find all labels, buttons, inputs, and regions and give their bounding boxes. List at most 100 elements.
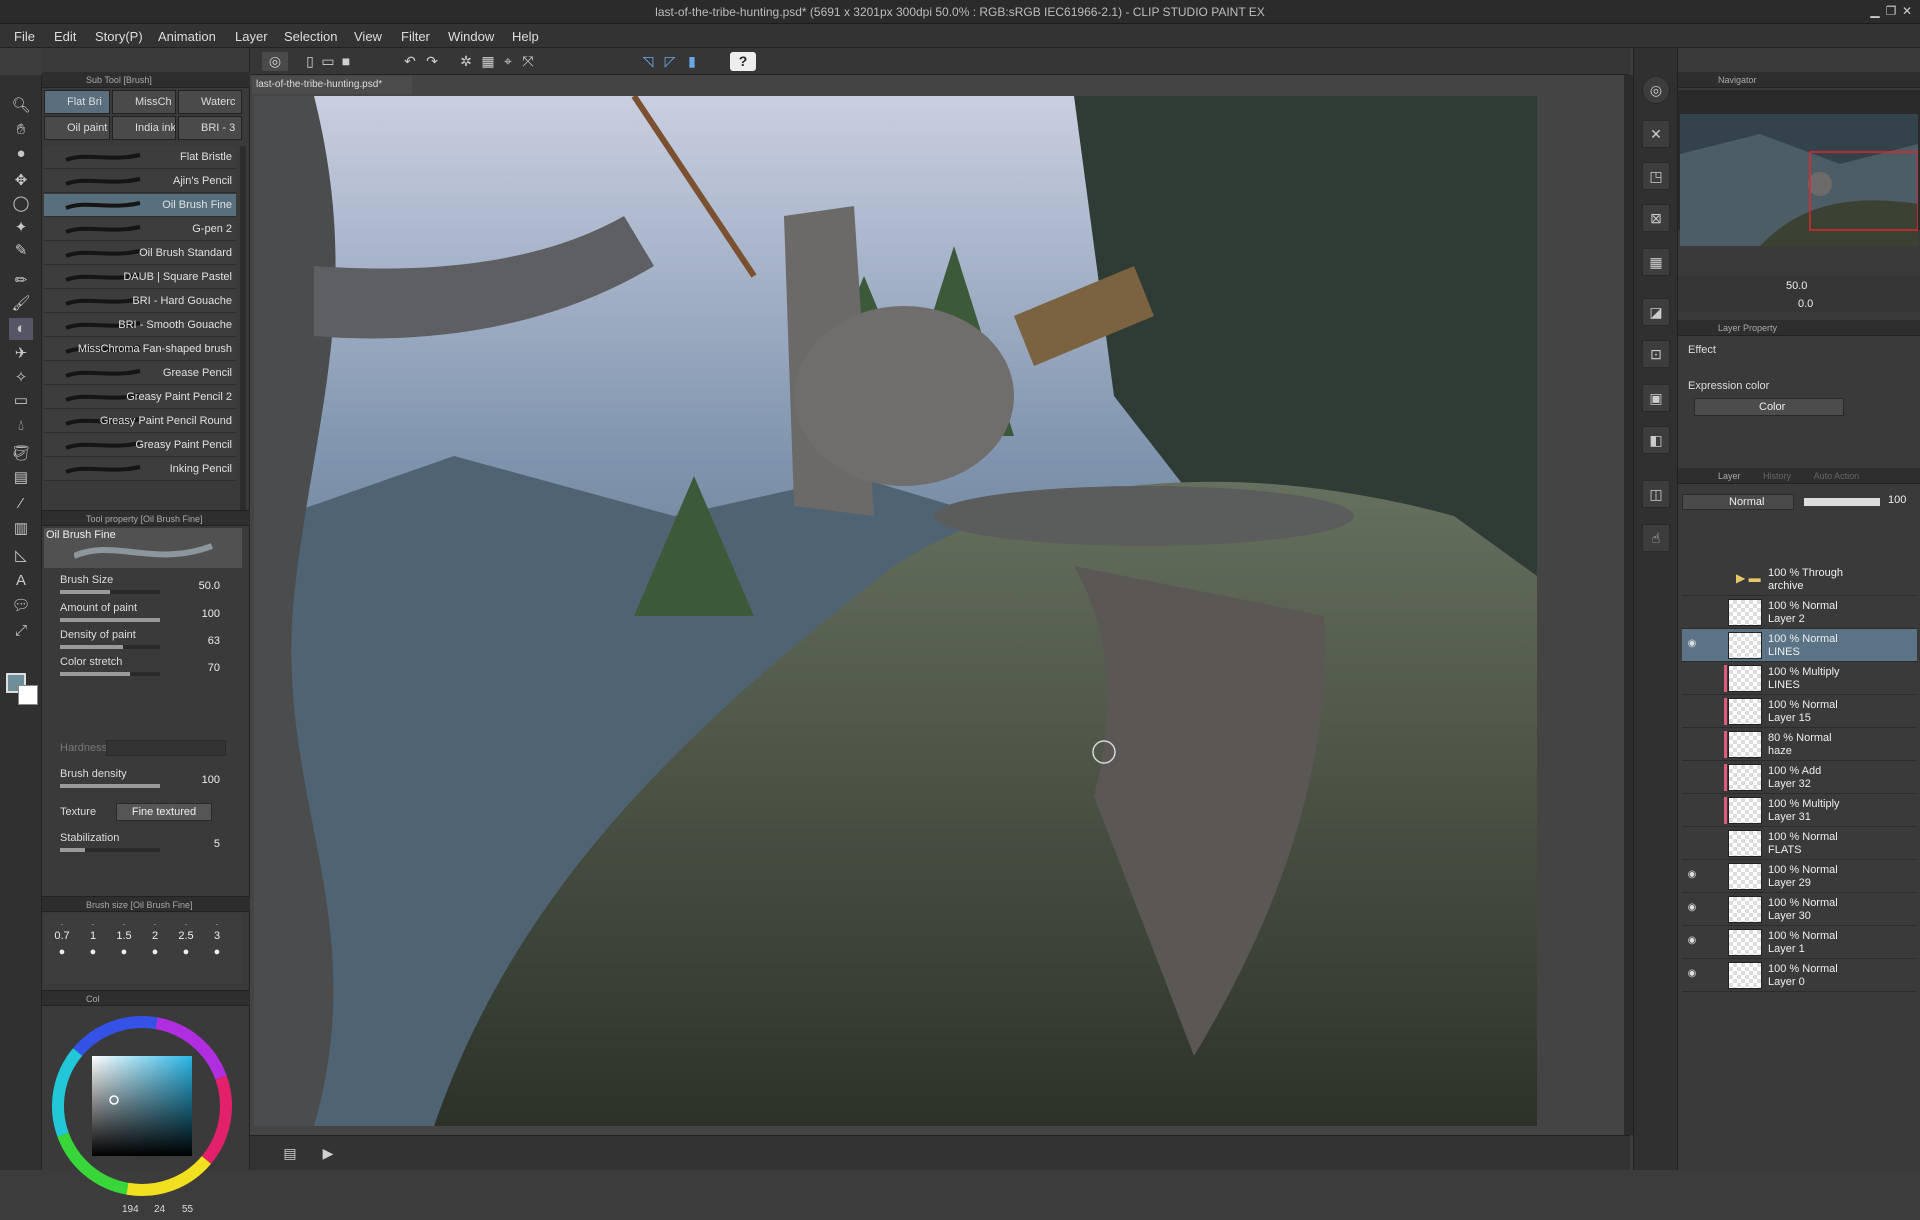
menu-layer[interactable]: Layer xyxy=(235,29,268,44)
decoration-tool-icon[interactable]: ✧ xyxy=(9,367,33,389)
subtool-tab-oil-paint[interactable]: Oil paint xyxy=(44,116,110,140)
material-4-icon[interactable]: ▦ xyxy=(1642,248,1670,276)
brush-size-option[interactable]: · 1 ● xyxy=(79,920,107,960)
brush-size-slider[interactable] xyxy=(60,590,160,594)
material-8-icon[interactable]: ◧ xyxy=(1642,426,1670,454)
material-3-icon[interactable]: ⊠ xyxy=(1642,204,1670,232)
layer-row[interactable]: 100 % Add Layer 32 xyxy=(1682,761,1917,794)
layer-row[interactable]: ◉ 100 % Normal Layer 29 xyxy=(1682,860,1917,893)
visibility-eye-icon[interactable] xyxy=(1684,836,1700,850)
new-file-icon[interactable]: ▯ xyxy=(300,52,320,71)
visibility-eye-icon[interactable] xyxy=(1684,605,1700,619)
menu-animation[interactable]: Animation xyxy=(158,29,216,44)
layer-opacity-value[interactable]: 100 xyxy=(1888,494,1906,506)
visibility-eye-icon[interactable] xyxy=(1684,671,1700,685)
brush-size-option[interactable]: · 1.5 ● xyxy=(110,920,138,960)
brush-item[interactable]: G-pen 2 xyxy=(44,218,236,241)
menu-filter[interactable]: Filter xyxy=(401,29,430,44)
fill-tool-icon[interactable]: 🪣︎ xyxy=(9,443,33,465)
maximize-button[interactable]: ❐ xyxy=(1884,4,1898,18)
menu-selection[interactable]: Selection xyxy=(284,29,337,44)
density-of-paint-property[interactable]: Density of paint 63 xyxy=(42,627,242,655)
layer-row[interactable]: ◉ 100 % Normal Layer 0 xyxy=(1682,959,1917,992)
ruler-tool-icon[interactable]: ◺ xyxy=(9,545,33,567)
brush-item[interactable]: BRI - Smooth Gouache xyxy=(44,314,236,337)
save-icon[interactable]: ■ xyxy=(336,52,356,71)
tab-auto-action[interactable]: Auto Action xyxy=(1814,471,1860,481)
move-tool-icon[interactable]: ✥ xyxy=(9,170,33,192)
hand-tool-icon[interactable]: ✋︎ xyxy=(9,119,33,141)
layer-row[interactable]: 100 % Multiply LINES xyxy=(1682,662,1917,695)
redo-icon[interactable]: ↷ xyxy=(422,52,442,71)
search-icon[interactable]: ◎ xyxy=(1642,76,1670,104)
menu-view[interactable]: View xyxy=(354,29,382,44)
correct-line-tool-icon[interactable]: ⤢ xyxy=(9,620,33,642)
gradient-tool-icon[interactable]: ▤ xyxy=(9,467,33,489)
hardness-property[interactable]: Hardness xyxy=(42,738,242,766)
layer-row[interactable]: ◉ 100 % Normal Layer 1 xyxy=(1682,926,1917,959)
brush-item[interactable]: BRI - Hard Gouache xyxy=(44,290,236,313)
brush-item[interactable]: Greasy Paint Pencil xyxy=(44,434,236,457)
color-panel-tab[interactable]: Col xyxy=(86,991,100,1007)
visibility-eye-icon[interactable]: ◉ xyxy=(1684,902,1700,916)
brush-item[interactable]: Oil Brush Fine xyxy=(44,194,236,217)
brush-size-option[interactable]: · 2 ● xyxy=(141,920,169,960)
subtool-tab-misschroma[interactable]: MissCh xyxy=(112,90,176,114)
sub-color-swatch[interactable] xyxy=(18,685,38,705)
transform-icon[interactable]: ⌖ xyxy=(498,52,518,71)
subtool-tab-bri[interactable]: BRI - 3 xyxy=(178,116,242,140)
layer-row[interactable]: 100 % Normal Layer 15 xyxy=(1682,695,1917,728)
navigator-rotation-value[interactable]: 0.0 xyxy=(1798,298,1813,310)
menu-edit[interactable]: Edit xyxy=(54,29,76,44)
brush-tool-active-icon[interactable]: ◐ xyxy=(9,318,33,340)
material-6-icon[interactable]: ⊡ xyxy=(1642,340,1670,368)
expression-color-dropdown[interactable]: Color xyxy=(1694,398,1844,416)
brush-size-option[interactable]: · 0.7 ● xyxy=(48,920,76,960)
brush-density-property[interactable]: Brush density 100 xyxy=(42,766,242,794)
eyedropper-icon[interactable]: ● xyxy=(9,143,33,165)
visibility-eye-icon[interactable]: ◉ xyxy=(1684,869,1700,883)
clear-icon[interactable]: ✲ xyxy=(456,52,476,71)
brush-item[interactable]: Greasy Paint Pencil 2 xyxy=(44,386,236,409)
menu-file[interactable]: File xyxy=(14,29,35,44)
brush-list-scrollbar[interactable] xyxy=(240,146,246,526)
brush-item[interactable]: Grease Pencil xyxy=(44,362,236,385)
clip-studio-icon[interactable]: ◎ xyxy=(262,52,288,71)
figure-tool-icon[interactable]: ⁄ xyxy=(9,493,33,515)
visibility-eye-icon[interactable]: ◉ xyxy=(1684,968,1700,982)
color-stretch-property[interactable]: Color stretch 70 xyxy=(42,654,242,682)
subtool-tab-watercolor[interactable]: Waterc xyxy=(178,90,242,114)
record-icon[interactable]: ▶︎ xyxy=(318,1144,338,1163)
subtool-tab-flat[interactable]: Flat Bri xyxy=(44,90,110,114)
stabilization-slider[interactable] xyxy=(60,848,160,852)
amount-of-paint-property[interactable]: Amount of paint 100 xyxy=(42,600,242,628)
hardness-selector[interactable] xyxy=(106,740,226,756)
brush-item[interactable]: MissChroma Fan-shaped brush xyxy=(44,338,236,361)
layer-row[interactable]: 100 % Normal Layer 2 xyxy=(1682,596,1917,629)
brush-tool-icon[interactable]: 🖌︎ xyxy=(9,293,33,315)
texture-dropdown[interactable]: Fine textured xyxy=(116,803,212,821)
airbrush-tool-icon[interactable]: ✈︎ xyxy=(9,343,33,365)
subtool-tab-india-ink[interactable]: India ink xyxy=(112,116,176,140)
brush-size-option[interactable]: · 2.5 ● xyxy=(172,920,200,960)
pencil-tool-icon[interactable]: ✏︎ xyxy=(9,270,33,292)
visibility-eye-icon[interactable]: ◉ xyxy=(1684,935,1700,949)
layer-row[interactable]: ▶ ▬ 100 % Through archive xyxy=(1682,563,1917,596)
brush-item[interactable]: Flat Bristle xyxy=(44,146,236,169)
balloon-tool-icon[interactable]: 💬︎ xyxy=(9,595,33,617)
help-icon[interactable]: ? xyxy=(730,52,756,71)
close-button[interactable]: ✕ xyxy=(1900,4,1914,18)
visibility-eye-icon[interactable]: ◉ xyxy=(1684,638,1700,652)
menu-help[interactable]: Help xyxy=(512,29,539,44)
blend-mode-dropdown[interactable]: Normal xyxy=(1682,494,1794,510)
layer-row[interactable]: 100 % Multiply Layer 31 xyxy=(1682,794,1917,827)
visibility-eye-icon[interactable] xyxy=(1684,704,1700,718)
minimize-button[interactable]: ▁ xyxy=(1868,4,1882,18)
blend-tool-icon[interactable]: 💧︎ xyxy=(9,415,33,437)
material-icon[interactable]: ✕ xyxy=(1642,120,1670,148)
frame-tool-icon[interactable]: ▥ xyxy=(9,518,33,540)
material-7-icon[interactable]: ▣ xyxy=(1642,384,1670,412)
visibility-eye-icon[interactable] xyxy=(1684,803,1700,817)
material-9-icon[interactable]: ◫ xyxy=(1642,480,1670,508)
fill-icon[interactable]: ▦ xyxy=(478,52,498,71)
